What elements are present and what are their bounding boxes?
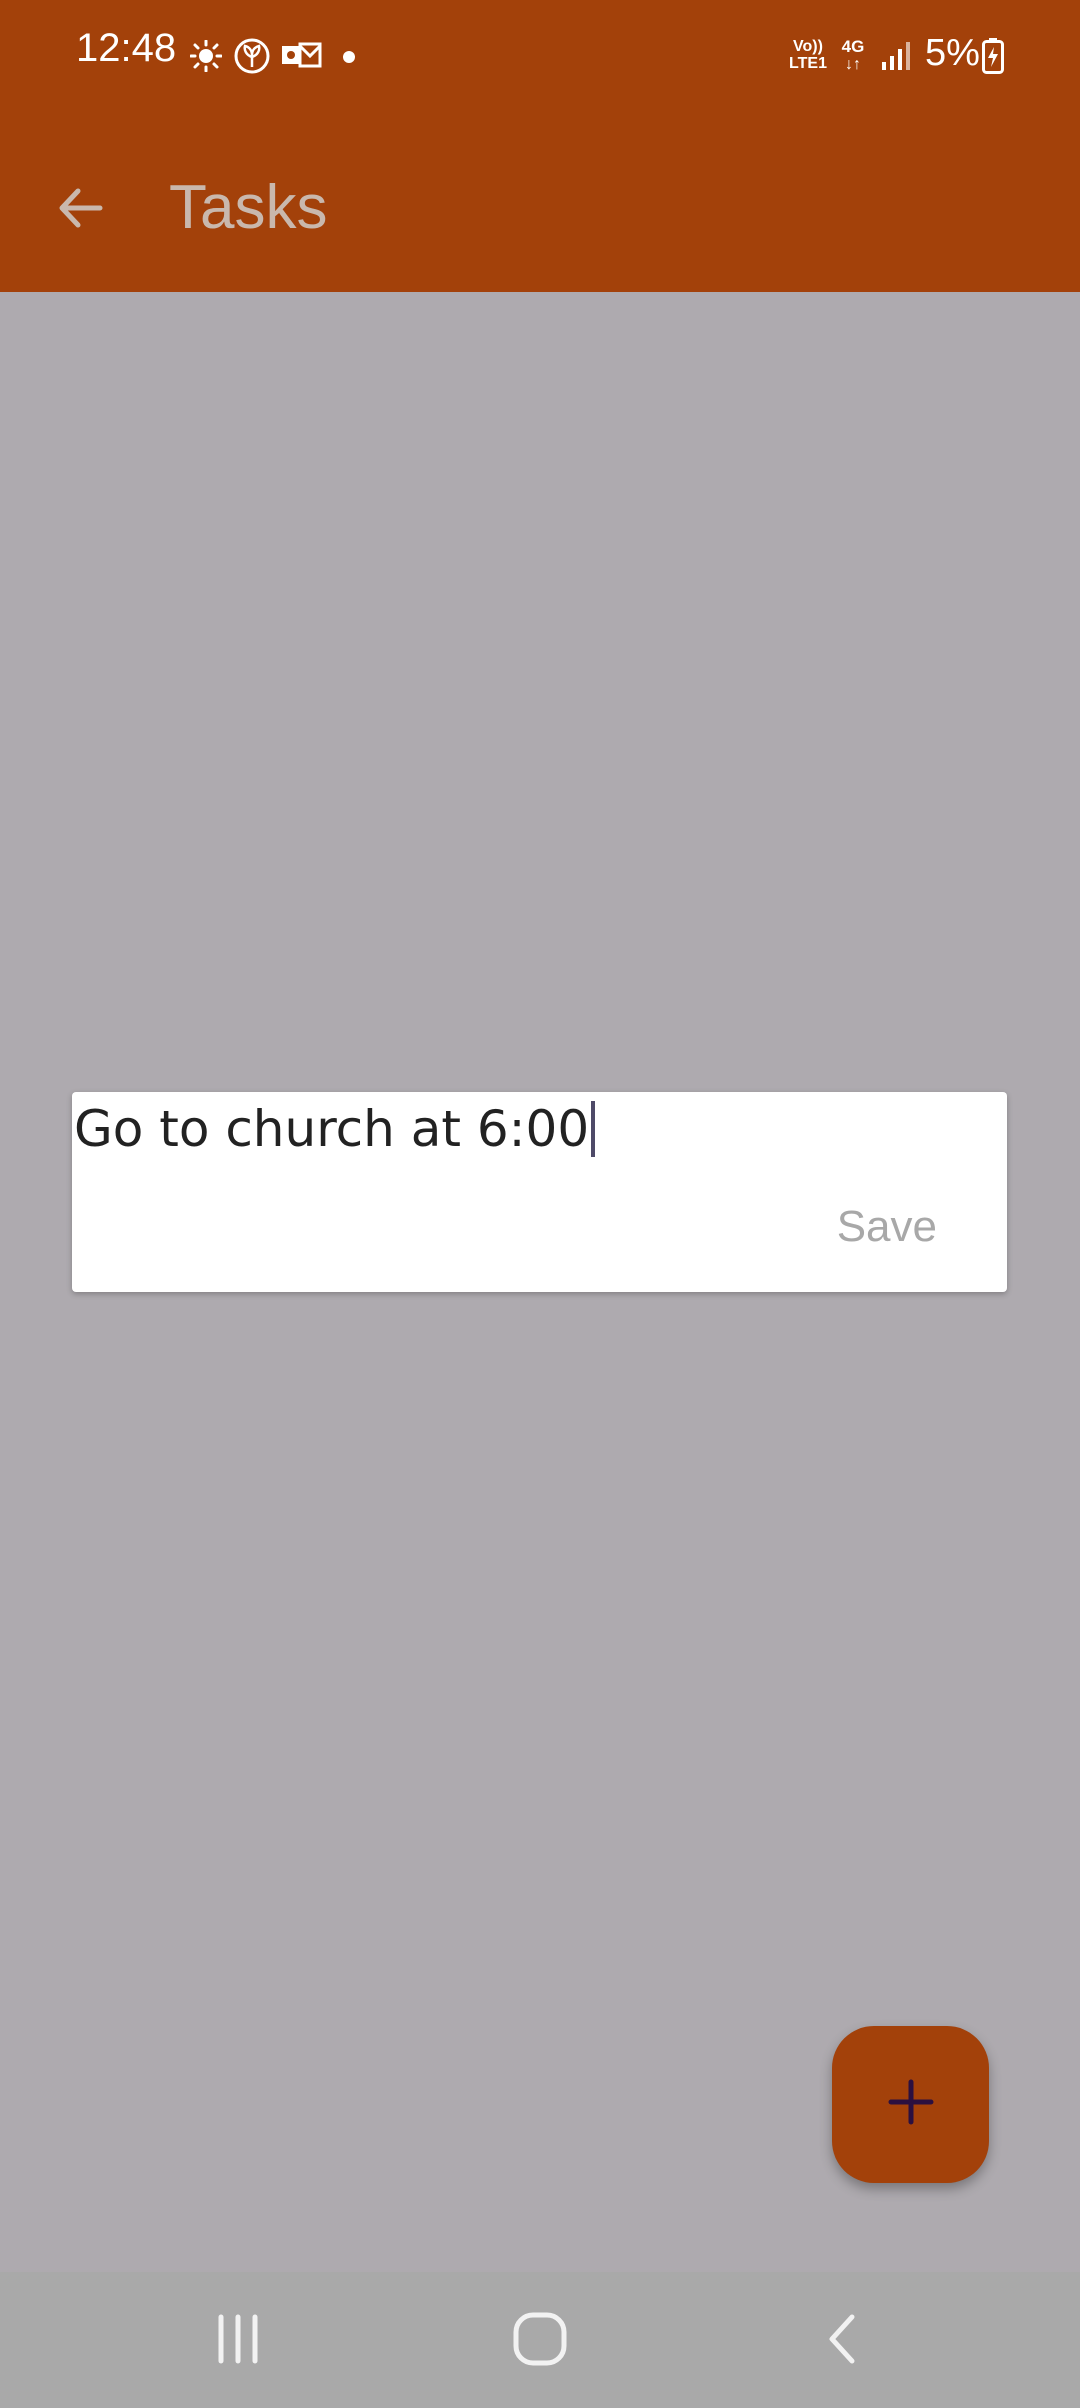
battery-charging-icon	[982, 38, 1004, 79]
dot-icon	[342, 50, 356, 69]
back-icon	[818, 2312, 868, 2371]
task-input[interactable]: Go to church at 6:00	[72, 1092, 974, 1166]
signal-icon	[880, 40, 912, 77]
recents-button[interactable]	[188, 2296, 288, 2386]
home-button[interactable]	[490, 2296, 590, 2386]
home-icon	[510, 2309, 570, 2374]
4g-label: 4G	[841, 37, 865, 56]
app-bar: Tasks	[0, 110, 1080, 292]
4g-icon: 4G ↓↑	[838, 38, 868, 78]
volte-icon: Vo)) LTE1	[786, 38, 830, 78]
save-button[interactable]: Save	[837, 1202, 937, 1252]
task-input-value: Go to church at 6:00	[74, 1100, 590, 1158]
battery-percent: 5%	[925, 32, 980, 74]
back-button[interactable]	[40, 170, 120, 250]
plus-icon	[887, 2078, 935, 2131]
recents-icon	[211, 2312, 265, 2371]
arrow-left-icon	[54, 182, 106, 239]
volte-label-top: Vo))	[793, 38, 823, 55]
brightness-icon	[189, 39, 223, 77]
status-bar: 12:48 Vo)) LTE1 4G ↓↑ 5%	[0, 0, 1080, 110]
task-dialog: Go to church at 6:00 Save	[72, 1092, 1007, 1292]
status-time: 12:48	[76, 26, 177, 70]
leaf-icon	[233, 37, 271, 80]
data-arrows-icon: ↓↑	[845, 56, 861, 73]
volte-label-bottom: LTE1	[789, 55, 827, 72]
page-title: Tasks	[169, 173, 328, 242]
outlook-icon	[282, 40, 322, 77]
add-task-button[interactable]	[832, 2026, 989, 2183]
system-back-button[interactable]	[793, 2296, 893, 2386]
text-caret	[591, 1100, 596, 1157]
navigation-bar	[0, 2272, 1080, 2408]
